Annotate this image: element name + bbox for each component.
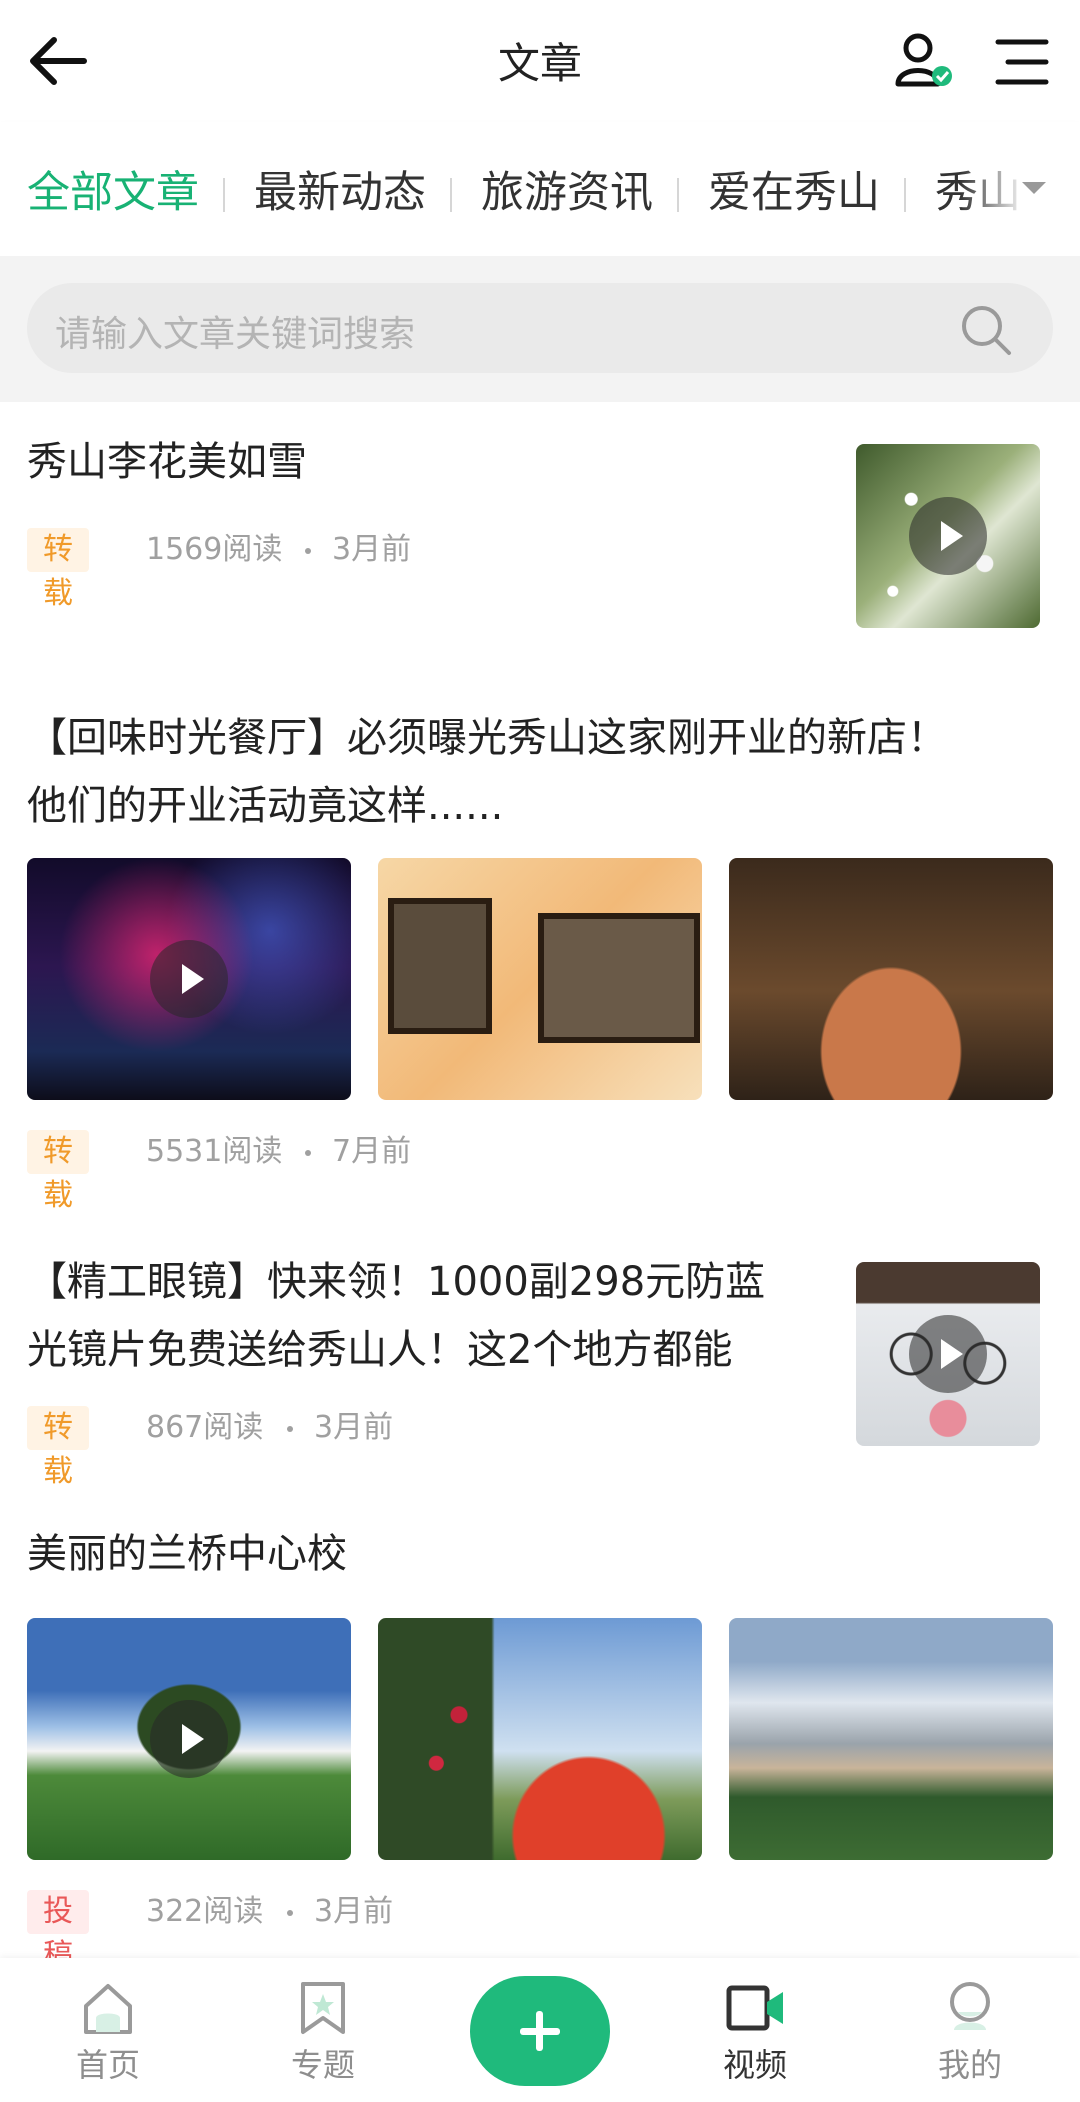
- user-verified-icon[interactable]: [890, 28, 960, 94]
- article-title-line1[interactable]: 【精工眼镜】快来领！1000副298元防蓝: [27, 1248, 765, 1316]
- article-image[interactable]: [378, 858, 702, 1100]
- menu-icon[interactable]: [990, 34, 1052, 90]
- nav-profile-label: 我的: [937, 2046, 1002, 2084]
- bottom-nav: 首页 专题 视频 我的: [0, 1958, 1080, 2102]
- repost-badge: 转载: [27, 1130, 89, 1213]
- tab-travel-info[interactable]: 旅游资讯: [481, 158, 653, 220]
- article-thumbnail[interactable]: [856, 444, 1040, 628]
- article-title-line2[interactable]: 光镜片免费送给秀山人！这2个地方都能: [27, 1316, 732, 1384]
- tabs-fade: [960, 122, 1080, 256]
- plus-icon: [536, 2011, 543, 2051]
- read-count: 867阅读: [146, 1410, 264, 1445]
- search-placeholder: 请输入文章关键词搜索: [55, 314, 416, 355]
- nav-topics-label: 专题: [290, 2046, 355, 2084]
- profile-icon: [950, 1982, 990, 2030]
- submission-badge: 投稿: [27, 1890, 89, 1973]
- search-icon[interactable]: [959, 303, 1013, 357]
- meta-dot: [305, 548, 311, 554]
- nav-home[interactable]: 首页: [33, 1958, 183, 2102]
- article-thumbnail[interactable]: [856, 1262, 1040, 1446]
- search-area: 请输入文章关键词搜索: [0, 256, 1080, 402]
- article-item[interactable]: 【回味时光餐厅】必须曝光秀山这家刚开业的新店！ 他们的开业活动竟这样......…: [0, 672, 1080, 1218]
- article-title[interactable]: 美丽的兰桥中心校: [27, 1520, 347, 1588]
- post-time: 3月前: [314, 1410, 394, 1445]
- nav-home-label: 首页: [75, 2046, 140, 2084]
- play-icon[interactable]: [150, 940, 228, 1018]
- post-time: 7月前: [332, 1134, 412, 1169]
- photo-frame: [538, 913, 700, 1043]
- tab-latest-news[interactable]: 最新动态: [254, 158, 426, 220]
- article-item[interactable]: 美丽的兰桥中心校 投稿 322阅读 3月前: [0, 1490, 1080, 1973]
- tab-divider: [450, 178, 452, 212]
- bookmark-icon: [301, 1982, 345, 2034]
- read-count: 322阅读: [146, 1894, 264, 1929]
- tab-divider: [904, 178, 906, 212]
- article-image[interactable]: [729, 858, 1053, 1100]
- article-item[interactable]: 秀山李花美如雪 转载 1569阅读 3月前: [0, 402, 1080, 674]
- repost-badge: 转载: [27, 528, 89, 611]
- tab-all-articles[interactable]: 全部文章: [27, 158, 199, 220]
- tabs-expand-icon[interactable]: [1022, 182, 1046, 194]
- meta-dot: [287, 1426, 293, 1432]
- article-title-line2[interactable]: 他们的开业活动竟这样......: [27, 772, 503, 840]
- play-icon[interactable]: [150, 1700, 228, 1778]
- play-icon[interactable]: [909, 1315, 987, 1393]
- tab-love-xiushan[interactable]: 爱在秀山: [708, 158, 880, 220]
- meta-dot: [305, 1150, 311, 1156]
- tab-divider: [223, 178, 225, 212]
- repost-badge: 转载: [27, 1406, 89, 1489]
- nav-video-label: 视频: [722, 2046, 787, 2084]
- post-time: 3月前: [332, 532, 412, 567]
- video-icon: [726, 1985, 783, 2031]
- play-icon[interactable]: [909, 497, 987, 575]
- search-input[interactable]: 请输入文章关键词搜索: [27, 283, 1053, 373]
- article-item[interactable]: 【精工眼镜】快来领！1000副298元防蓝 光镜片免费送给秀山人！这2个地方都能…: [0, 1216, 1080, 1492]
- post-time: 3月前: [314, 1894, 394, 1929]
- read-count: 1569阅读: [146, 532, 283, 567]
- read-count: 5531阅读: [146, 1134, 283, 1169]
- article-title-line1[interactable]: 【回味时光餐厅】必须曝光秀山这家刚开业的新店！: [27, 704, 947, 772]
- category-tabs: 全部文章 最新动态 旅游资讯 爱在秀山 秀山: [0, 122, 1080, 256]
- add-post-button[interactable]: [470, 1976, 610, 2086]
- tab-divider: [677, 178, 679, 212]
- nav-topics[interactable]: 专题: [248, 1958, 398, 2102]
- home-icon: [84, 1984, 132, 2034]
- nav-profile[interactable]: 我的: [895, 1958, 1045, 2102]
- article-image[interactable]: [729, 1618, 1053, 1860]
- meta-dot: [287, 1910, 293, 1916]
- top-bar: 文章: [0, 0, 1080, 122]
- photo-frame: [388, 898, 492, 1034]
- article-image[interactable]: [378, 1618, 702, 1860]
- article-title[interactable]: 秀山李花美如雪: [27, 428, 307, 496]
- article-image[interactable]: [27, 1618, 351, 1860]
- article-image[interactable]: [27, 858, 351, 1100]
- nav-video[interactable]: 视频: [680, 1958, 830, 2102]
